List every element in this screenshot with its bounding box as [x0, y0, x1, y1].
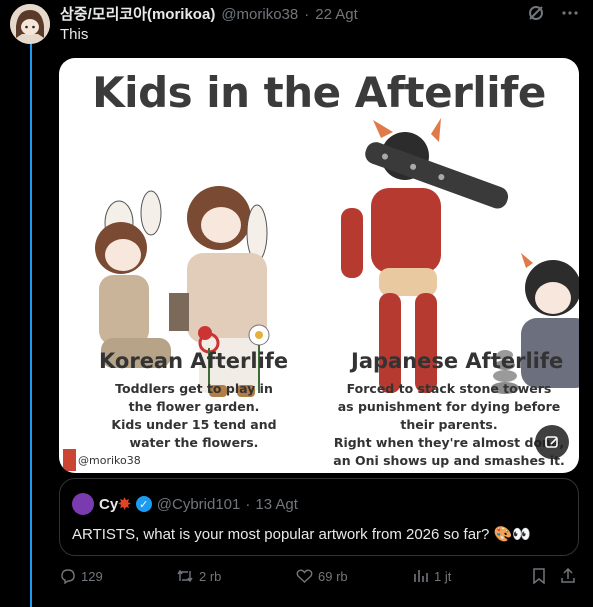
thread-line: [30, 44, 32, 607]
more-options-icon[interactable]: [561, 4, 579, 27]
share-button[interactable]: [560, 568, 576, 584]
views-chart-icon: [414, 570, 428, 582]
quoted-tweet-header: Cy✸ ✓ @Cybrid101 · 13 Agt: [72, 493, 298, 515]
japanese-afterlife-caption: Forced to stack stone towers as punishme…: [329, 380, 569, 470]
bookmark-icon: [533, 568, 545, 584]
caption-line: Toddlers get to play in: [115, 381, 273, 396]
caption-line: Forced to stack stone towers: [346, 381, 552, 396]
caption-line: Right when they're almost done,: [333, 435, 565, 450]
caption-line: as punishment for dying before: [337, 399, 561, 414]
artist-credit-text: @moriko38: [78, 453, 141, 467]
quoted-tweet-text: ARTISTS, what is your most popular artwo…: [72, 526, 531, 543]
like-button[interactable]: 69 rb: [296, 568, 348, 584]
tweet-text: This: [60, 26, 89, 43]
header-actions: [527, 4, 579, 27]
verified-badge-icon: ✓: [135, 496, 152, 512]
quoted-avatar[interactable]: [72, 493, 94, 515]
caption-line: their parents.: [400, 417, 498, 432]
artist-seal-icon: [63, 449, 76, 471]
quoted-tweet[interactable]: Cy✸ ✓ @Cybrid101 · 13 Agt ARTISTS, what …: [59, 478, 579, 556]
reply-count: 129: [81, 568, 103, 584]
avatar[interactable]: [10, 4, 50, 44]
tweet-header: 삼중/모리코아(morikoa) @moriko38 · 22 Agt: [60, 3, 358, 24]
japanese-afterlife-illustration: [341, 118, 579, 394]
reply-icon: [61, 569, 75, 584]
tweet-date[interactable]: 22 Agt: [315, 6, 358, 23]
heart-icon: [296, 569, 313, 583]
avatar-image: [10, 4, 50, 44]
image-edit-button[interactable]: [535, 425, 569, 459]
japanese-afterlife-title: Japanese Afterlife: [351, 349, 564, 373]
quoted-author-name[interactable]: Cy✸: [99, 495, 131, 513]
artist-credit: @moriko38: [63, 449, 141, 471]
view-count: 1 jt: [434, 568, 452, 584]
reply-button[interactable]: 129: [60, 568, 103, 584]
caption-line: Kids under 15 tend and: [111, 417, 277, 432]
korean-afterlife-caption: Toddlers get to play in the flower garde…: [79, 380, 309, 452]
quoted-date[interactable]: 13 Agt: [255, 496, 298, 513]
like-count: 69 rb: [318, 568, 348, 584]
separator: ·: [304, 6, 310, 23]
repost-count: 2 rb: [199, 568, 222, 584]
korean-afterlife-illustration: [95, 186, 270, 397]
grok-icon[interactable]: [527, 4, 545, 27]
tweet-actions: 129 2 rb 69 rb 1 jt: [60, 568, 580, 588]
caption-line: the flower garden.: [128, 399, 260, 414]
explosion-emoji-icon: ✸: [118, 496, 131, 513]
author-name[interactable]: 삼중/모리코아(morikoa): [60, 3, 215, 24]
views-button[interactable]: 1 jt: [413, 568, 451, 584]
image-edit-icon: [545, 436, 558, 448]
bookmark-button[interactable]: [532, 568, 546, 584]
share-icon: [561, 568, 575, 583]
quoted-handle[interactable]: @Cybrid101: [157, 496, 241, 513]
separator: ·: [245, 495, 251, 513]
author-handle[interactable]: @moriko38: [221, 6, 298, 23]
repost-button[interactable]: 2 rb: [176, 568, 221, 584]
tweet-image[interactable]: Kids in the Afterlife Korean Afterlife T…: [59, 58, 579, 473]
caption-line: an Oni shows up and smashes it.: [333, 453, 565, 468]
image-title: Kids in the Afterlife: [92, 68, 546, 117]
korean-afterlife-title: Korean Afterlife: [99, 349, 289, 373]
repost-icon: [177, 569, 193, 583]
